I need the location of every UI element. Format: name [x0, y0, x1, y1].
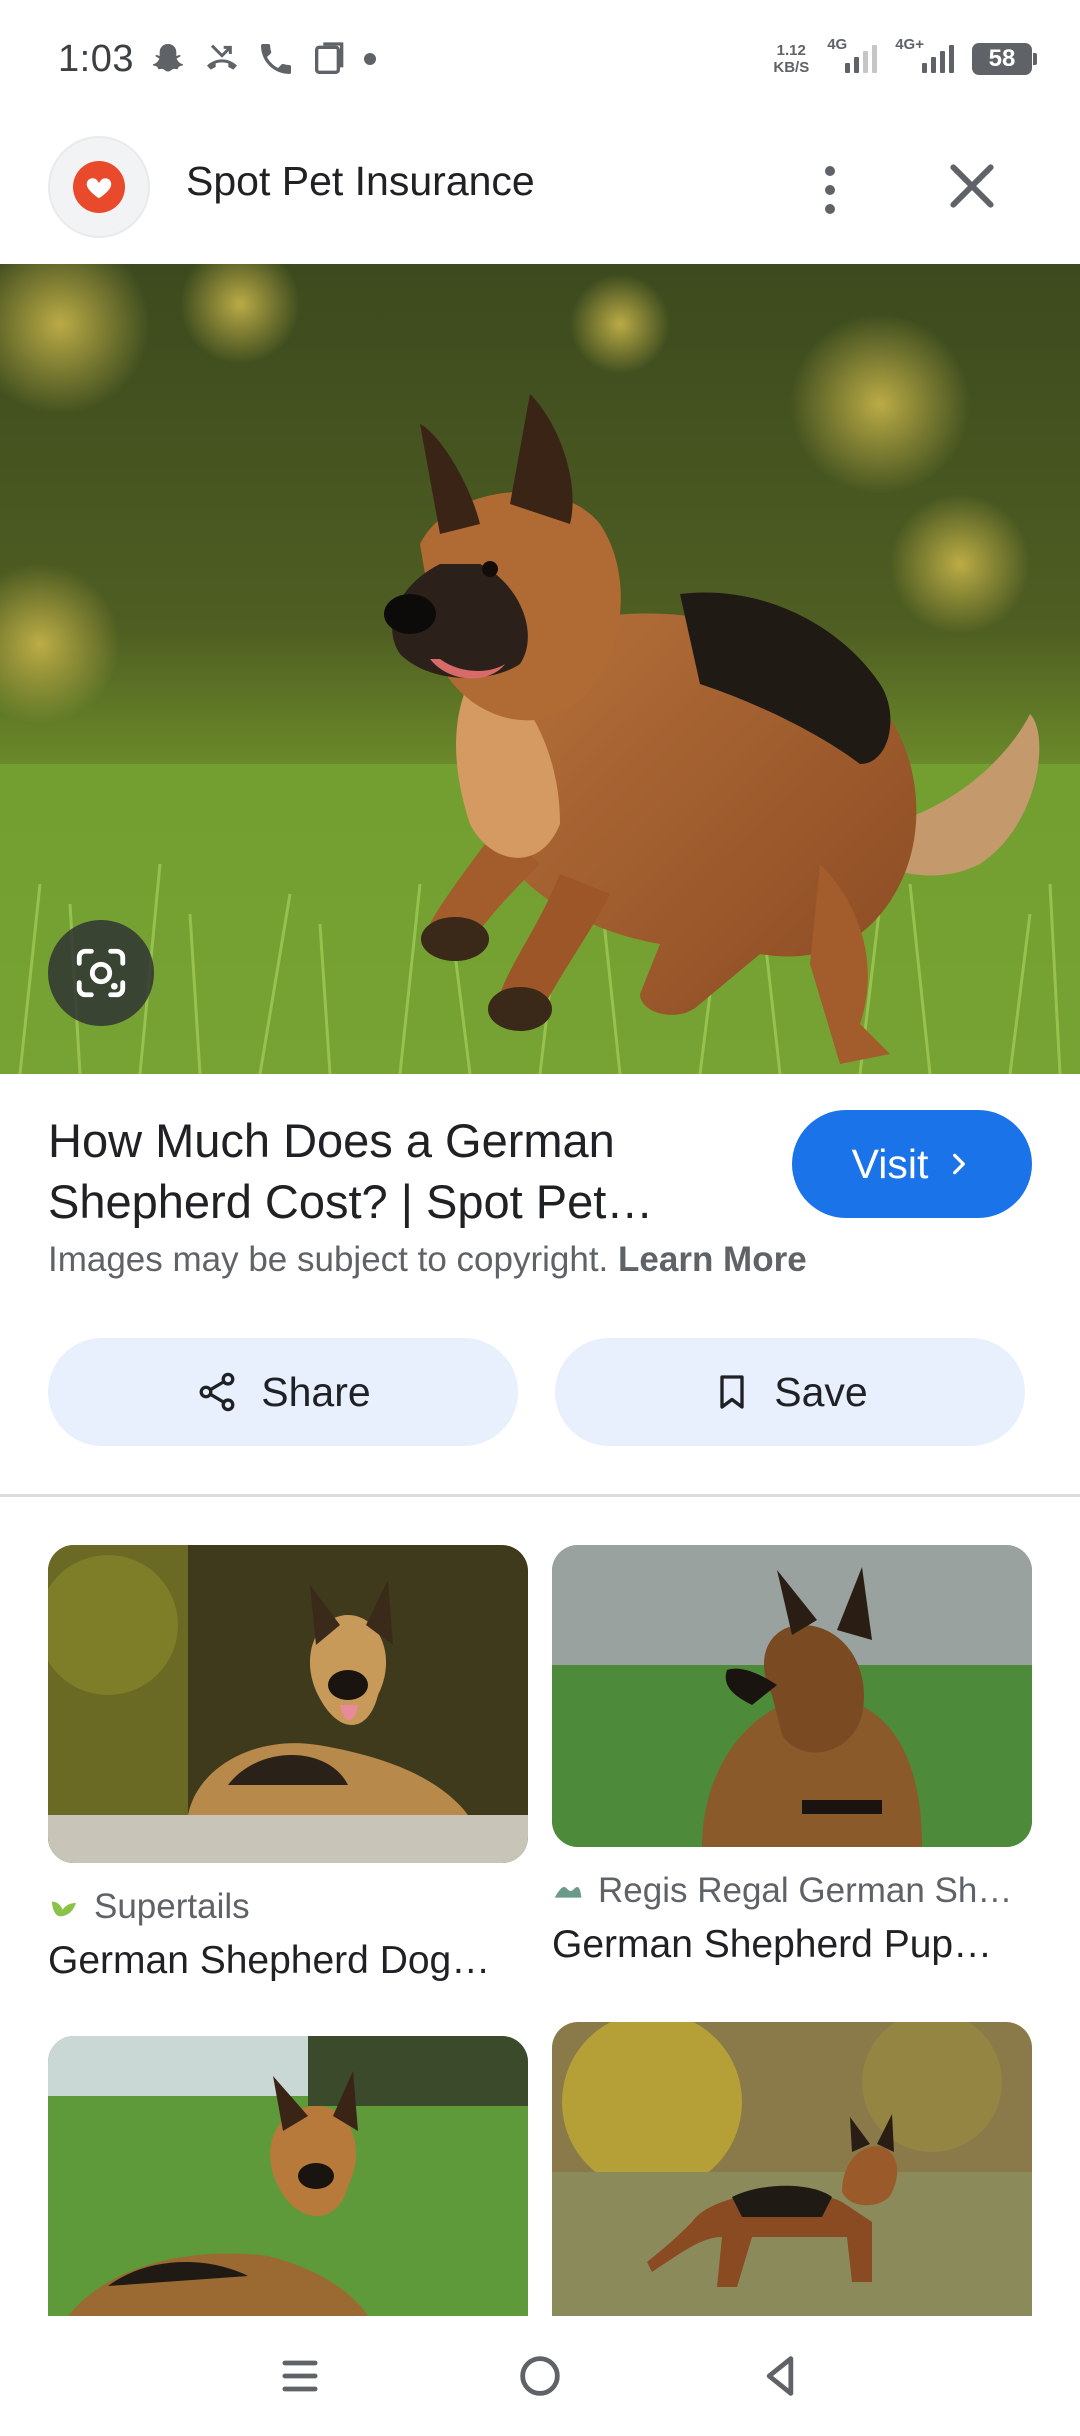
- related-result-card[interactable]: Regis Regal German Sh… German Shepherd P…: [552, 1545, 1032, 1967]
- network-speed: 1.12 KB/S: [773, 42, 809, 76]
- copyright-notice: Images may be subject to copyright. Lear…: [48, 1240, 807, 1280]
- system-navigation-bar: [0, 2316, 1080, 2436]
- learn-more-link[interactable]: Learn More: [618, 1240, 807, 1279]
- copyright-text: Images may be subject to copyright.: [48, 1240, 609, 1279]
- share-icon: [199, 1372, 235, 1412]
- save-label: Save: [774, 1368, 868, 1415]
- related-thumbnail[interactable]: [48, 1545, 528, 1863]
- more-dot: [825, 166, 835, 176]
- related-thumbnail[interactable]: [552, 2022, 1032, 2316]
- share-label: Share: [261, 1368, 371, 1415]
- share-button[interactable]: Share: [48, 1338, 518, 1446]
- related-source-name: Regis Regal German Sh…: [598, 1871, 1013, 1910]
- signal-1: 4G: [827, 36, 878, 73]
- missed-call-icon: [206, 44, 237, 70]
- related-result-card[interactable]: [552, 2022, 1032, 2316]
- more-dot: [825, 185, 835, 195]
- network-speed-unit: KB/S: [773, 59, 810, 76]
- notification-dot: [363, 53, 376, 65]
- notification-icons: [148, 39, 376, 79]
- more-options-button[interactable]: [800, 150, 860, 230]
- german-shepherd-photo: [0, 264, 1080, 1074]
- status-time: 1:03: [58, 37, 134, 80]
- status-bar: 1:03 1.12 KB/S 4G 4G+ 58: [0, 0, 1080, 118]
- lens-icon: [76, 948, 126, 998]
- related-title[interactable]: German Shepherd Pup…: [552, 1923, 1032, 1967]
- site-logo-badge: [73, 161, 125, 213]
- regis-regal-logo-icon: [554, 1887, 582, 1898]
- visit-button[interactable]: Visit: [792, 1110, 1032, 1218]
- lying-shepherd-photo: [48, 2036, 528, 2316]
- standing-shepherd-photo: [552, 2022, 1032, 2316]
- related-source: Regis Regal German Sh…: [552, 1871, 1032, 1911]
- signal-1-label: 4G: [827, 36, 848, 53]
- battery-icon: 58: [972, 43, 1037, 75]
- related-thumbnail[interactable]: [552, 1545, 1032, 1847]
- chevron-right-icon: [953, 1153, 966, 1175]
- bookmark-icon: [720, 1375, 744, 1409]
- battery-level: 58: [988, 45, 1016, 72]
- long-haired-shepherd-photo: [48, 1545, 528, 1863]
- save-button[interactable]: Save: [555, 1338, 1025, 1446]
- heart-icon: [86, 178, 112, 199]
- related-title[interactable]: German Shepherd Dog…: [48, 1939, 528, 1983]
- hero-image[interactable]: [0, 264, 1080, 1074]
- phone-icon: [260, 44, 291, 74]
- home-icon[interactable]: [514, 2350, 566, 2402]
- result-title[interactable]: How Much Does a German Shepherd Cost? | …: [48, 1110, 688, 1232]
- related-source: Supertails: [48, 1887, 528, 1927]
- signal-2: 4G+: [895, 36, 954, 73]
- snapchat-icon: [152, 44, 184, 72]
- related-result-card[interactable]: Supertails German Shepherd Dog…: [48, 1545, 528, 1983]
- network-speed-value: 1.12: [776, 42, 806, 59]
- system-indicators: 1.12 KB/S 4G 4G+ 58: [773, 36, 1037, 76]
- site-name[interactable]: Spot Pet Insurance: [186, 158, 535, 205]
- recent-apps-icon[interactable]: [274, 2350, 326, 2402]
- signal-2-label: 4G+: [895, 36, 924, 53]
- related-thumbnail[interactable]: [48, 2036, 528, 2316]
- google-lens-button[interactable]: [48, 920, 154, 1026]
- site-logo[interactable]: [48, 136, 150, 238]
- back-icon[interactable]: [754, 2350, 806, 2402]
- section-divider: [0, 1494, 1080, 1497]
- supertails-logo-icon: [52, 1901, 76, 1917]
- related-result-card[interactable]: [48, 2036, 528, 2316]
- related-source-name: Supertails: [94, 1887, 250, 1926]
- more-dot: [825, 204, 835, 214]
- close-icon[interactable]: [940, 154, 1004, 218]
- shepherd-portrait-photo: [552, 1545, 1032, 1847]
- screenshot-icon: [314, 42, 344, 74]
- source-header: Spot Pet Insurance: [0, 118, 1080, 264]
- visit-label: Visit: [851, 1140, 929, 1187]
